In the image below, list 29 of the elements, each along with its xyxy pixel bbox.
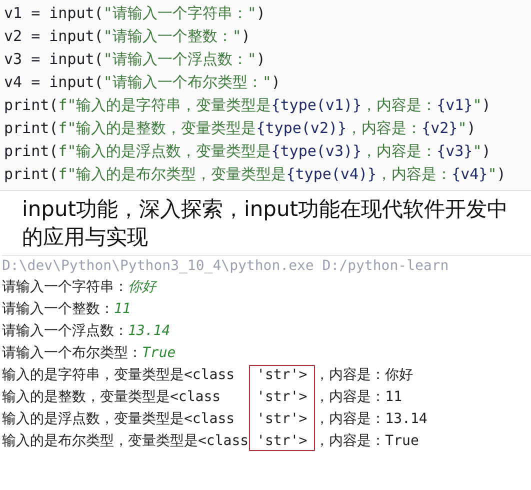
- output-text: 'str'>: [256, 410, 308, 429]
- prompt-text: 请输入一个整数：: [2, 301, 114, 317]
- prompt-text: 请输入一个布尔类型：: [2, 345, 142, 361]
- code-line: print(f"输入的是布尔类型，变量类型是{type(v4)}，内容是：{v4}"): [4, 164, 507, 185]
- output-text: ，内容是：13.14: [315, 410, 428, 429]
- code-line: print(f"输入的是整数，变量类型是{type(v2)}，内容是：{v2}"): [4, 118, 477, 139]
- output-text: ，内容是：True: [315, 432, 420, 451]
- output-text: 输入的是浮点数，变量类型是<class: [2, 410, 236, 429]
- output-text: 'str'>: [256, 388, 308, 407]
- code-line: v1 = input("请输入一个字符串："): [4, 3, 266, 24]
- output-text: 'str'>: [256, 366, 308, 385]
- code-line: v2 = input("请输入一个整数："): [4, 26, 252, 47]
- input-value: 13.14: [128, 323, 170, 339]
- code-line: v4 = input("请输入一个布尔类型："): [4, 72, 282, 93]
- output-text: 输入的是布尔类型，变量类型是<class: [2, 432, 249, 451]
- output-text: ，内容是：你好: [315, 366, 414, 385]
- input-value: 11: [114, 301, 131, 317]
- input-value: True: [142, 345, 176, 361]
- code-line: print(f"输入的是字符串，变量类型是{type(v1)}，内容是：{v1}"): [4, 95, 492, 116]
- command-line: D:\dev\Python\Python3_10_4\python.exe D:/python-learn: [2, 255, 531, 276]
- code-line: v3 = input("请输入一个浮点数："): [4, 49, 266, 70]
- output-text: ，内容是：11: [315, 388, 404, 407]
- output-text: 'str'>: [256, 432, 308, 451]
- prompt-text: 请输入一个字符串：: [2, 279, 128, 295]
- output-text: 输入的是整数，变量类型是<class: [2, 388, 222, 407]
- input-value: 你好: [128, 279, 156, 295]
- prompt-text: 请输入一个浮点数：: [2, 323, 128, 339]
- code-line: print(f"输入的是浮点数，变量类型是{type(v3)}，内容是：{v3}"): [4, 141, 492, 162]
- output-text: 输入的是字符串，变量类型是<class: [2, 366, 236, 385]
